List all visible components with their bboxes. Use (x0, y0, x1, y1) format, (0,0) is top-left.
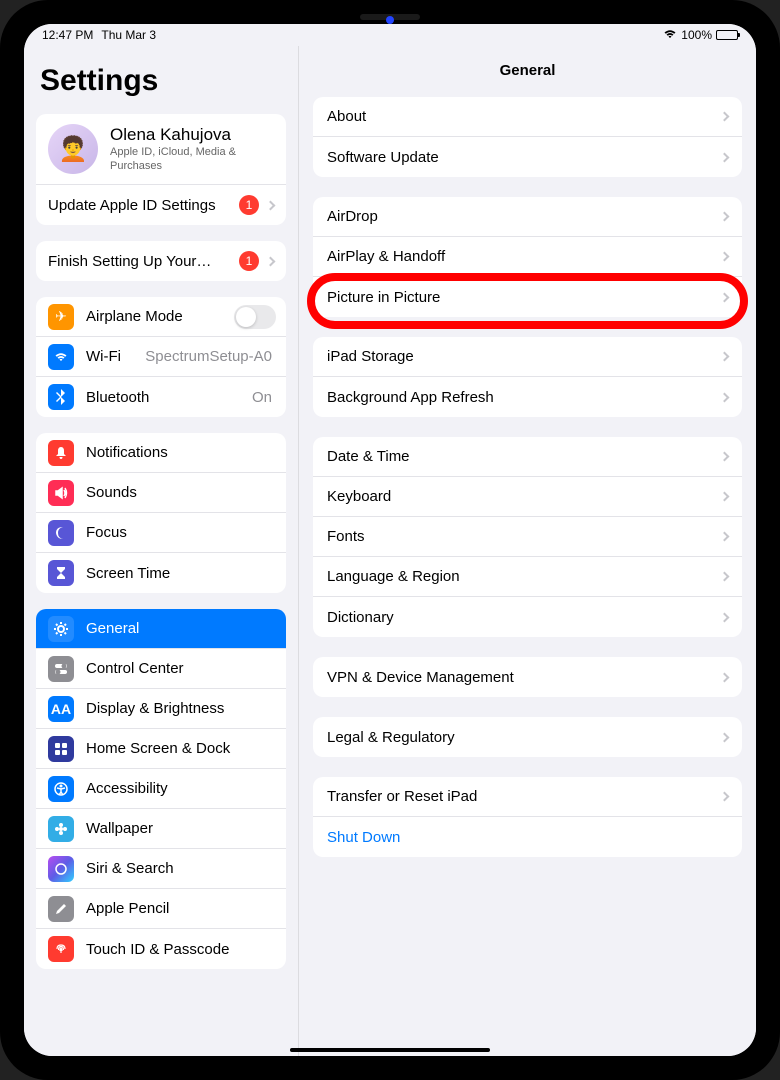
avatar: 🧑‍🦱 (48, 124, 98, 174)
focus-row[interactable]: Focus (36, 513, 286, 553)
chevron-right-icon (720, 452, 730, 462)
settings-sidebar: Settings 🧑‍🦱 Olena Kahujova Apple ID, iC… (24, 46, 299, 1056)
sliders-icon (48, 656, 74, 682)
wifi-icon (663, 28, 677, 42)
update-apple-id-label: Update Apple ID Settings (48, 197, 239, 214)
notifications-row[interactable]: Notifications (36, 433, 286, 473)
chevron-right-icon (720, 292, 730, 302)
chevron-right-icon (720, 212, 730, 222)
chevron-right-icon (720, 612, 730, 622)
settings-title: Settings (24, 54, 298, 106)
flower-icon (48, 816, 74, 842)
bluetooth-icon (48, 384, 74, 410)
page-title: General (299, 46, 756, 97)
chevron-right-icon (266, 256, 276, 266)
chevron-right-icon (720, 792, 730, 802)
background-app-refresh-row[interactable]: Background App Refresh (313, 377, 742, 417)
chevron-right-icon (720, 532, 730, 542)
chevron-right-icon (720, 732, 730, 742)
profile-row[interactable]: 🧑‍🦱 Olena Kahujova Apple ID, iCloud, Med… (36, 114, 286, 185)
chevron-right-icon (720, 352, 730, 362)
chevron-right-icon (720, 492, 730, 502)
profile-subtitle: Apple ID, iCloud, Media & Purchases (110, 145, 274, 174)
text-size-icon: AA (48, 696, 74, 722)
legal-regulatory-row[interactable]: Legal & Regulatory (313, 717, 742, 757)
finish-setup-label: Finish Setting Up Your… (48, 253, 239, 270)
battery-percent: 100% (681, 28, 712, 42)
dictionary-row[interactable]: Dictionary (313, 597, 742, 637)
siri-icon (48, 856, 74, 882)
grid-icon (48, 736, 74, 762)
software-update-row[interactable]: Software Update (313, 137, 742, 177)
moon-icon (48, 520, 74, 546)
wifi-value: SpectrumSetup-A0 (145, 348, 272, 365)
display-brightness-row[interactable]: AA Display & Brightness (36, 689, 286, 729)
wallpaper-row[interactable]: Wallpaper (36, 809, 286, 849)
status-time: 12:47 PM (42, 28, 93, 42)
fingerprint-icon (48, 936, 74, 962)
home-screen-dock-row[interactable]: Home Screen & Dock (36, 729, 286, 769)
about-row[interactable]: About (313, 97, 742, 137)
chevron-right-icon (720, 672, 730, 682)
screen-time-row[interactable]: Screen Time (36, 553, 286, 593)
detail-pane: General About Software Update AirDrop Ai… (299, 46, 756, 1056)
general-row[interactable]: General (36, 609, 286, 649)
shut-down-row[interactable]: Shut Down (313, 817, 742, 857)
vpn-device-management-row[interactable]: VPN & Device Management (313, 657, 742, 697)
keyboard-row[interactable]: Keyboard (313, 477, 742, 517)
bell-icon (48, 440, 74, 466)
sounds-row[interactable]: Sounds (36, 473, 286, 513)
transfer-reset-row[interactable]: Transfer or Reset iPad (313, 777, 742, 817)
badge: 1 (239, 251, 259, 271)
accessibility-icon (48, 776, 74, 802)
ipad-storage-row[interactable]: iPad Storage (313, 337, 742, 377)
date-time-row[interactable]: Date & Time (313, 437, 742, 477)
airplane-mode-toggle[interactable] (234, 305, 276, 329)
airplane-icon: ✈ (48, 304, 74, 330)
chevron-right-icon (720, 572, 730, 582)
profile-name: Olena Kahujova (110, 125, 274, 145)
accessibility-row[interactable]: Accessibility (36, 769, 286, 809)
airdrop-row[interactable]: AirDrop (313, 197, 742, 237)
pencil-icon (48, 896, 74, 922)
badge: 1 (239, 195, 259, 215)
bluetooth-value: On (252, 389, 272, 406)
wifi-row[interactable]: Wi-Fi SpectrumSetup-A0 (36, 337, 286, 377)
home-indicator[interactable] (290, 1048, 490, 1052)
control-center-row[interactable]: Control Center (36, 649, 286, 689)
airplay-handoff-row[interactable]: AirPlay & Handoff (313, 237, 742, 277)
fonts-row[interactable]: Fonts (313, 517, 742, 557)
gear-icon (48, 616, 74, 642)
update-apple-id-row[interactable]: Update Apple ID Settings 1 (36, 185, 286, 225)
chevron-right-icon (720, 152, 730, 162)
wifi-icon (48, 344, 74, 370)
language-region-row[interactable]: Language & Region (313, 557, 742, 597)
picture-in-picture-row[interactable]: Picture in Picture (313, 277, 742, 317)
airplane-mode-row[interactable]: ✈ Airplane Mode (36, 297, 286, 337)
status-date: Thu Mar 3 (101, 28, 156, 42)
chevron-right-icon (720, 392, 730, 402)
speaker-icon (48, 480, 74, 506)
apple-pencil-row[interactable]: Apple Pencil (36, 889, 286, 929)
battery-icon (716, 30, 738, 40)
chevron-right-icon (720, 252, 730, 262)
finish-setup-row[interactable]: Finish Setting Up Your… 1 (36, 241, 286, 281)
bluetooth-row[interactable]: Bluetooth On (36, 377, 286, 417)
status-bar: 12:47 PM Thu Mar 3 100% (24, 24, 756, 46)
siri-search-row[interactable]: Siri & Search (36, 849, 286, 889)
hourglass-icon (48, 560, 74, 586)
chevron-right-icon (266, 200, 276, 210)
chevron-right-icon (720, 112, 730, 122)
touch-id-passcode-row[interactable]: Touch ID & Passcode (36, 929, 286, 969)
